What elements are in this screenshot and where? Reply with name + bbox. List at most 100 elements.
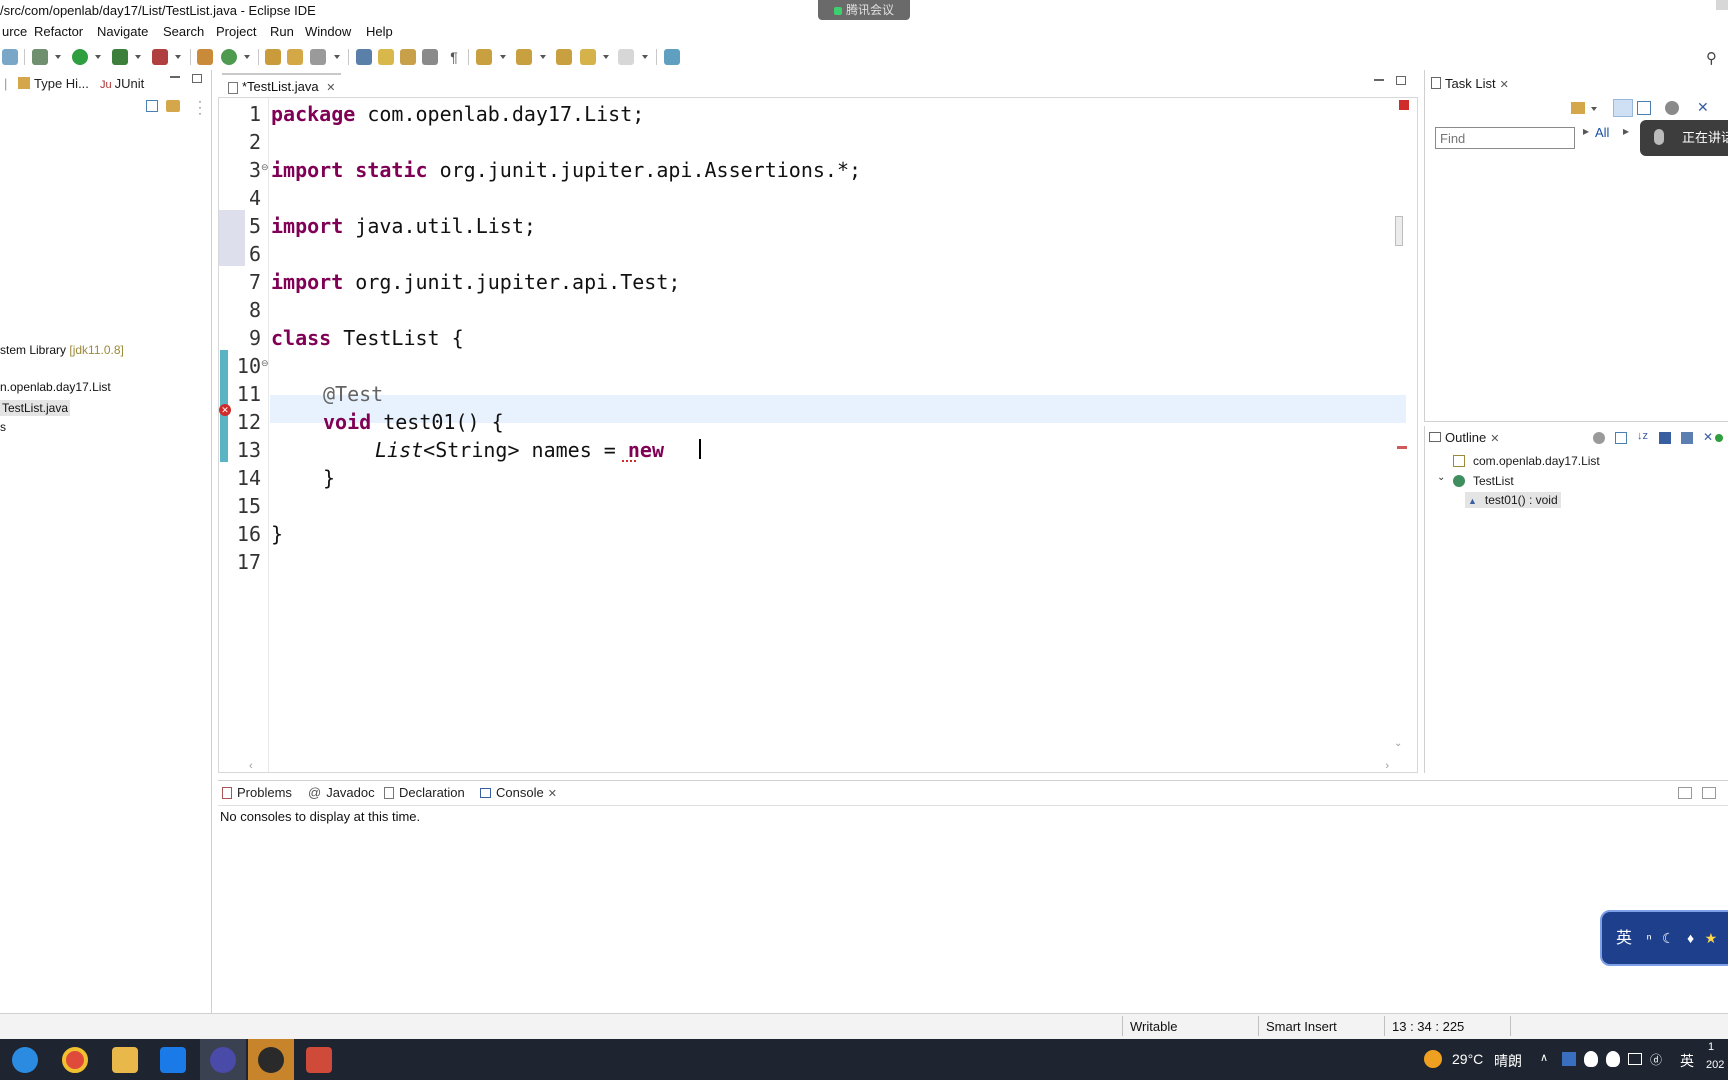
meeting-badge[interactable]: 腾讯会议: [818, 0, 910, 20]
find-input[interactable]: [1435, 127, 1575, 149]
error-overview-marker[interactable]: [1399, 100, 1409, 110]
qq-icon[interactable]: [1606, 1051, 1620, 1067]
display-console-icon[interactable]: [1702, 787, 1716, 799]
back-icon[interactable]: [580, 49, 596, 65]
punctuation-icon[interactable]: ⁿ: [1646, 930, 1651, 946]
tab-problems[interactable]: Problems: [222, 785, 292, 800]
maximize-icon[interactable]: [1396, 76, 1406, 85]
app-icon[interactable]: [306, 1047, 332, 1073]
coverage-icon[interactable]: [112, 49, 128, 65]
tab-declaration[interactable]: Declaration: [384, 785, 465, 800]
menu-search[interactable]: Search: [161, 24, 206, 39]
debug-icon[interactable]: [32, 49, 48, 65]
last-edit-icon[interactable]: [556, 49, 572, 65]
clock-date[interactable]: 202: [1706, 1059, 1724, 1071]
ime-toolbar[interactable]: 英 ⁿ ☾ ♦ ★: [1600, 910, 1728, 966]
close-icon[interactable]: ✕: [1490, 432, 1499, 445]
tree-item-partial[interactable]: s: [0, 420, 6, 434]
chevron-down-icon[interactable]: [175, 55, 181, 59]
hide-local-types-icon[interactable]: [1715, 434, 1723, 442]
chevron-left-icon[interactable]: ‹: [249, 760, 253, 772]
tree-item-system-library[interactable]: stem Library [jdk11.0.8]: [0, 343, 124, 357]
chevron-down-icon[interactable]: ⌄: [1437, 472, 1445, 483]
outline-item-class[interactable]: TestList: [1453, 474, 1514, 488]
menu-refactor[interactable]: Refactor: [32, 24, 85, 39]
tab-type-hierarchy[interactable]: Type Hi...: [18, 76, 89, 91]
tool-icon[interactable]: [2, 49, 18, 65]
open-console-icon[interactable]: [1678, 787, 1692, 799]
word-wrap-icon[interactable]: [422, 49, 438, 65]
focus-icon[interactable]: [1665, 101, 1679, 115]
mark-occurrences-icon[interactable]: [378, 49, 394, 65]
tree-item-package[interactable]: n.openlab.day17.List: [0, 380, 111, 394]
moon-icon[interactable]: ☾: [1662, 930, 1675, 946]
close-icon[interactable]: ✕: [1500, 78, 1509, 91]
chevron-right-icon[interactable]: ▸: [1583, 124, 1589, 138]
search-icon[interactable]: ⚲: [1706, 49, 1722, 67]
chevron-right-icon[interactable]: ▸: [1623, 124, 1629, 138]
chevron-down-icon[interactable]: [55, 55, 61, 59]
new-class-icon[interactable]: [221, 49, 237, 65]
ime-indicator[interactable]: 英: [1680, 1051, 1694, 1071]
scheduled-icon[interactable]: [1637, 101, 1651, 115]
eclipse-icon[interactable]: [210, 1047, 236, 1073]
qq-icon[interactable]: [1584, 1051, 1598, 1067]
open-folder-icon[interactable]: [287, 49, 303, 65]
tab-outline[interactable]: Outline ✕: [1429, 430, 1499, 445]
outline-item-package[interactable]: com.openlab.day17.List: [1453, 454, 1600, 468]
collapse-all-icon[interactable]: [1615, 432, 1627, 444]
chevron-down-icon[interactable]: [642, 55, 648, 59]
annotation-icon[interactable]: [356, 49, 372, 65]
chevron-up-icon[interactable]: ∧: [1540, 1051, 1548, 1064]
minimize-icon[interactable]: [170, 76, 180, 78]
new-package-icon[interactable]: [197, 49, 213, 65]
chevron-down-icon[interactable]: [1591, 107, 1597, 111]
menu-project[interactable]: Project: [214, 24, 258, 39]
volume-icon[interactable]: ⓓ: [1650, 1051, 1662, 1068]
chevron-down-icon[interactable]: [540, 55, 546, 59]
hide-static-icon[interactable]: [1681, 432, 1693, 444]
menu-navigate[interactable]: Navigate: [95, 24, 150, 39]
menu-run[interactable]: Run: [268, 24, 296, 39]
network-icon[interactable]: [1628, 1053, 1642, 1065]
tab-console[interactable]: Console ✕: [480, 785, 557, 800]
menu-source[interactable]: urce: [0, 24, 29, 39]
filter-icon[interactable]: ✕: [1697, 99, 1709, 116]
new-task-icon[interactable]: [1571, 102, 1585, 114]
chevron-down-icon[interactable]: [334, 55, 340, 59]
categorized-icon[interactable]: [1613, 99, 1633, 117]
error-overview-marker[interactable]: [1397, 446, 1407, 449]
code-editor[interactable]: 1 2 3 4 5 6 7 8 9 10 11 12 13 14 15 16 1…: [218, 97, 1418, 773]
horizontal-scrollbar[interactable]: ‹ ›: [249, 760, 1389, 772]
meeting-app-icon[interactable]: [160, 1047, 186, 1073]
file-explorer-icon[interactable]: [112, 1047, 138, 1073]
tree-item-testlist[interactable]: TestList.java: [0, 400, 71, 416]
fold-icon[interactable]: ⊖: [261, 358, 269, 369]
tab-task-list[interactable]: Task List ✕: [1431, 76, 1509, 91]
run-icon[interactable]: [72, 49, 88, 65]
pin-editor-icon[interactable]: [664, 49, 680, 65]
error-icon[interactable]: ✕: [219, 404, 231, 416]
star-icon[interactable]: ★: [1705, 930, 1718, 946]
next-annotation-icon[interactable]: [476, 49, 492, 65]
weather-icon[interactable]: [1424, 1050, 1442, 1068]
filter-all-link[interactable]: All: [1595, 125, 1609, 140]
search-tool-icon[interactable]: [310, 49, 326, 65]
block-selection-icon[interactable]: [400, 49, 416, 65]
external-tools-icon[interactable]: [152, 49, 168, 65]
tab-javadoc[interactable]: @ Javadoc: [308, 785, 375, 800]
chevron-down-icon[interactable]: [500, 55, 506, 59]
chevron-down-icon[interactable]: [95, 55, 101, 59]
tab-junit[interactable]: Ju JUnit: [100, 76, 144, 91]
vertical-scrollbar[interactable]: ⌄: [1393, 98, 1409, 749]
menu-help[interactable]: Help: [364, 24, 395, 39]
panel-tab-edge[interactable]: |: [4, 76, 7, 91]
prev-annotation-icon[interactable]: [516, 49, 532, 65]
pilcrow-icon[interactable]: ¶: [446, 49, 462, 65]
clock-time[interactable]: 1: [1708, 1041, 1714, 1053]
view-menu-icon[interactable]: · · ·: [198, 95, 202, 119]
collapse-all-icon[interactable]: [146, 100, 158, 112]
chevron-down-icon[interactable]: ⌄: [1394, 738, 1402, 749]
forward-icon[interactable]: [618, 49, 634, 65]
weather-desc[interactable]: 晴朗: [1494, 1051, 1522, 1071]
